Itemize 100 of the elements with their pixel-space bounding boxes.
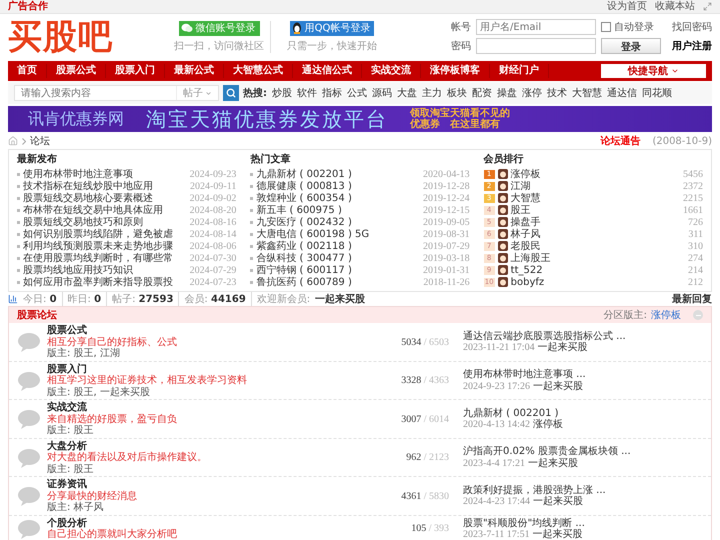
qq-login-button[interactable]: 用QQ帐号登录 (290, 20, 374, 36)
member-link[interactable]: 操盘手 (510, 215, 685, 229)
user-link[interactable]: 一起来买股 (532, 380, 583, 392)
announcement-link[interactable]: 论坛通告 (600, 134, 640, 148)
hot-search-link[interactable]: 大智慧 (572, 86, 602, 100)
article-link[interactable]: 九安医疗 ( 002432 ) (256, 215, 420, 229)
nav-link[interactable]: 涨停板博客 (421, 64, 490, 78)
hot-search-link[interactable]: 指标 (322, 86, 342, 100)
member-link[interactable]: 大智慧 (510, 191, 680, 205)
site-logo[interactable]: 买股吧 (8, 16, 158, 56)
speech-bubble-icon (17, 519, 41, 539)
date-text: 2024-07-23 (190, 276, 236, 288)
forgot-password-link[interactable]: 找回密码 (672, 20, 712, 34)
article-link[interactable]: 九鼎新材 ( 002201 ) (256, 167, 420, 181)
last-post-link[interactable]: 通达信云端抄底股票选股指标公式 ... (463, 330, 703, 342)
article-link[interactable]: 西宁特钢 ( 600117 ) (256, 263, 420, 277)
article-link[interactable]: 技术指标在短线炒股中地应用 (23, 179, 188, 193)
collapse-icon[interactable] (693, 310, 703, 320)
article-link[interactable]: 股票均线地应用技巧知识 (23, 263, 187, 277)
member-link[interactable]: 涨停板 (510, 167, 680, 181)
last-post-link[interactable]: 使用布林带时地注意事项 ... (463, 369, 703, 381)
hot-search-link[interactable]: 源码 (372, 86, 392, 100)
nav-link[interactable]: 最新公式 (165, 64, 224, 78)
member-link[interactable]: 上海股王 (510, 251, 685, 265)
member-link[interactable]: 老股民 (510, 239, 685, 253)
user-link[interactable]: 一起来买股 (528, 458, 578, 469)
article-link[interactable]: 在使用股票均线判断时，有哪些常 (23, 251, 187, 265)
home-icon[interactable] (8, 136, 18, 146)
last-post-link[interactable]: 政策利好提振，港股强势上涨 ... (463, 484, 703, 496)
article-link[interactable]: 如何识别股票均线陷阱，避免被虐 (23, 227, 187, 241)
article-link[interactable]: 紫鑫药业 ( 002118 ) (256, 239, 420, 253)
checkbox[interactable] (601, 22, 611, 32)
article-link[interactable]: 如何应用市盈率判断来指导股票投 (23, 275, 187, 289)
article-link[interactable]: 利用均线预测股票未来走势地步骤 (23, 239, 187, 253)
password-field[interactable] (476, 38, 596, 54)
nav-link[interactable]: 财经门户 (490, 64, 549, 78)
login-button[interactable]: 登录 (601, 38, 661, 54)
last-post-link[interactable]: 九鼎新材 ( 002201 ) (463, 408, 703, 420)
last-post-link[interactable]: 沪指高开0.02% 股票贵金属板块领 ... (463, 446, 703, 458)
hot-search-link[interactable]: 技术 (547, 86, 567, 100)
board-link[interactable]: 大盘分析 (47, 440, 377, 452)
expand-icon[interactable] (703, 2, 712, 11)
board-link[interactable]: 实战交流 (47, 402, 377, 414)
article-link[interactable]: 德展健康 ( 000813 ) (256, 179, 420, 193)
board-link[interactable]: 证券资讯 (47, 479, 377, 490)
article-link[interactable]: 布林带在短线交易中地具体应用 (23, 203, 187, 217)
board-link[interactable]: 个股分析 (47, 518, 377, 529)
bullet-icon (250, 244, 254, 248)
nav-link[interactable]: 股票公式 (47, 64, 106, 78)
member-link[interactable]: bobyfz (510, 276, 685, 288)
hot-search-link[interactable]: 公式 (347, 86, 367, 100)
top-link[interactable]: 设为首页 (607, 0, 647, 13)
article-link[interactable]: 鲁抗医药 ( 600789 ) (256, 275, 420, 289)
hot-search-link[interactable]: 主力 (422, 86, 442, 100)
search-button[interactable] (223, 85, 239, 101)
member-link[interactable]: 林子风 (510, 227, 686, 241)
nav-link[interactable]: 股票入门 (106, 64, 165, 78)
board-link[interactable]: 股票入门 (47, 364, 377, 375)
quick-nav-button[interactable]: 快捷导航 (601, 64, 706, 78)
nav-link[interactable]: 首页 (8, 64, 47, 78)
article-link[interactable]: 敦煌种业 ( 600354 ) (256, 191, 420, 205)
hot-search-link[interactable]: 同花顺 (642, 86, 672, 100)
article-link[interactable]: 股票短线交易地核心要素概述 (23, 191, 187, 205)
board-link[interactable]: 股票公式 (47, 325, 377, 336)
latest-replies-link[interactable]: 最新回复 (672, 292, 712, 306)
user-link[interactable]: 一起来买股 (532, 496, 583, 508)
username-field[interactable]: 用户名/Email (476, 19, 596, 35)
ad-banner[interactable]: 讯肯优惠券网 淘宝天猫优惠券发放平台 领取淘宝天猫看不见的 优惠券 在这里都有 (8, 106, 712, 132)
count-text: 3328 / 4363 (400, 375, 450, 386)
member-link[interactable]: 股王 (510, 203, 680, 217)
hot-search-link[interactable]: 大盘 (397, 86, 417, 100)
article-link[interactable]: 股票短线交易地技巧和原则 (23, 215, 187, 229)
hot-search-link[interactable]: 板块 (447, 86, 467, 100)
board-description: 分享最快的财经消息 (47, 490, 138, 502)
nav-link[interactable]: 实战交流 (362, 64, 421, 78)
hot-search-link[interactable]: 软件 (297, 86, 317, 100)
article-link[interactable]: 大唐电信 ( 600198 ) 5G (256, 227, 420, 241)
hot-search-link[interactable]: 涨停 (522, 86, 542, 100)
register-link[interactable]: 用户注册 (672, 39, 712, 53)
user-link[interactable]: 一起来买股 (532, 529, 583, 540)
moderators-text: 版主: 股王 (47, 464, 95, 475)
hot-search-link[interactable]: 配资 (472, 86, 492, 100)
member-link[interactable]: tt_522 (510, 264, 685, 276)
article-link[interactable]: 合纵科技 ( 300477 ) (256, 251, 420, 265)
article-link[interactable]: 新五丰 ( 600975 ) (256, 203, 420, 217)
moderator-link[interactable]: 涨停板 (651, 308, 681, 322)
hot-search-link[interactable]: 通达信 (607, 86, 637, 100)
ad-link[interactable]: 广告合作 (8, 0, 48, 13)
member-link[interactable]: 一起来买股 (315, 292, 366, 306)
last-post-link[interactable]: 股票"科顺股份"均线判断 ... (463, 518, 703, 529)
member-link[interactable]: 江湖 (510, 179, 680, 193)
top-link[interactable]: 收藏本站 (655, 0, 695, 13)
hot-search-link[interactable]: 操盘 (497, 86, 517, 100)
nav-link[interactable]: 大智慧公式 (224, 64, 293, 78)
hot-search-link[interactable]: 炒股 (272, 86, 292, 100)
user-link[interactable]: 一起来买股 (538, 342, 588, 354)
nav-link[interactable]: 通达信公式 (293, 64, 362, 78)
user-link[interactable]: 涨停板 (532, 419, 563, 430)
breadcrumb-link[interactable]: 论坛 (30, 134, 50, 148)
article-link[interactable]: 使用布林带时地注意事项 (23, 167, 187, 181)
